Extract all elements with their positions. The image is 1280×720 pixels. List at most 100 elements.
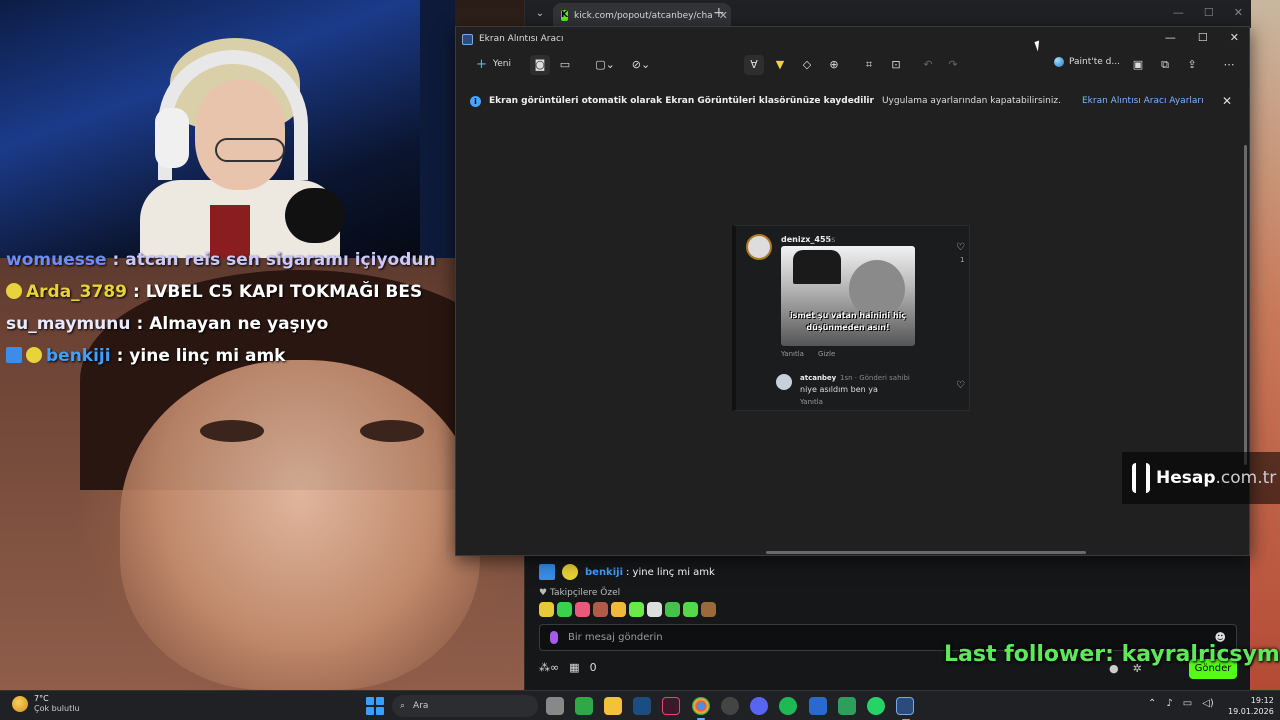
whatsapp-icon[interactable] [867, 697, 885, 715]
open-in-paint-button[interactable]: Paint'te d... [1054, 57, 1120, 67]
copy-icon[interactable]: ⧉ [1155, 55, 1175, 75]
emote-icon[interactable] [557, 602, 572, 617]
info-message: Ekran görüntüleri otomatik olarak Ekran … [489, 96, 874, 106]
points-icon[interactable]: ⁂∞ [539, 661, 559, 674]
rockstar-icon[interactable] [721, 697, 739, 715]
webcam-door [420, 0, 455, 258]
minimize-icon[interactable]: — [1173, 6, 1184, 19]
stream-chat-line: su_maymunu: Almayan ne yaşıyo [6, 314, 328, 334]
clock-date: 19.01.2026 [1228, 707, 1274, 716]
avatar [776, 374, 792, 390]
discord-icon[interactable] [750, 697, 768, 715]
webcam-feed [0, 0, 455, 258]
minimize-icon[interactable]: — [1165, 31, 1176, 44]
snipping-tool-icon[interactable] [896, 697, 914, 720]
tab-menu-icon[interactable]: ⌄ [531, 5, 549, 23]
info-icon: i [470, 95, 481, 107]
windows-start-icon[interactable] [366, 697, 384, 715]
crop-icon[interactable]: ⌗ [859, 55, 879, 75]
undo-icon[interactable]: ↶ [918, 55, 938, 75]
chat-username: Arda_3789 [26, 282, 127, 302]
weather-condition: Çok bulutlu [34, 704, 80, 713]
heart-icon: ♡ [956, 380, 965, 391]
reply-meta: 1sn · Gönderi sahibi [840, 374, 910, 382]
maximize-icon[interactable]: ☐ [1204, 6, 1214, 19]
settings-link[interactable]: Ekran Alıntısı Aracı Ayarları [1082, 96, 1204, 106]
more-options-icon[interactable]: ⋯ [1219, 55, 1239, 75]
emote-icon[interactable] [665, 602, 680, 617]
plus-icon: + [476, 56, 487, 72]
screenshot-mode-icon[interactable]: ◙ [530, 55, 550, 75]
system-tray: ⌃ ♪ ▭ ◁) [1148, 698, 1214, 709]
stream-chat-line: Arda_3789: LVBEL C5 KAPI TOKMAĞI BES [6, 282, 422, 302]
chevron-up-icon[interactable]: ⌃ [1148, 698, 1156, 709]
emote-icon[interactable] [683, 602, 698, 617]
kick-chat-message: benkiji: yine linç mi amk [539, 564, 715, 580]
close-window-icon[interactable]: ✕ [1230, 31, 1239, 44]
new-snip-button[interactable]: + Yeni [466, 53, 521, 75]
share-icon[interactable]: ⇪ [1182, 55, 1202, 75]
horizontal-scrollbar[interactable] [766, 551, 1086, 554]
steam-icon[interactable] [633, 697, 651, 715]
volume-icon[interactable]: ◁) [1202, 698, 1214, 709]
follower-only-text: Takipçilere Özel [549, 588, 621, 598]
delay-timer-icon[interactable]: ⊘⌄ [628, 55, 654, 75]
emote-icon[interactable] [539, 602, 554, 617]
snipping-tool-app-icon [462, 33, 473, 45]
reply-action: Yanıtla [781, 350, 804, 358]
info-bar: i Ekran görüntüleri otomatik olarak Ekra… [456, 87, 1249, 115]
stream-eye-right [360, 420, 424, 442]
temperature: 7°C [34, 694, 49, 703]
close-window-icon[interactable]: ✕ [1234, 6, 1243, 19]
emote-icon[interactable] [575, 602, 590, 617]
eraser-icon[interactable]: ◇ [797, 55, 817, 75]
network-icon[interactable]: ▭ [1183, 698, 1192, 709]
browser-tab[interactable]: K kick.com/popout/atcanbey/cha ✕ [553, 3, 731, 28]
new-tab-icon[interactable]: + [713, 5, 725, 21]
taskbar-clock[interactable]: 19:12 19.01.2026 [1228, 695, 1274, 717]
paint-label: Paint'te d... [1069, 57, 1120, 67]
emote-icon[interactable] [611, 602, 626, 617]
emote-icon[interactable] [701, 602, 716, 617]
snipping-toolbar: + Yeni ◙ ▭ ▢⌄ ⊘⌄ ∀ ▼ ◇ ⊕ ⌗ ⊡ ↶ ↷ Paint'te… [456, 51, 1249, 79]
chat-text: : Almayan ne yaşıyo [136, 314, 329, 334]
snipping-tool-titlebar: Ekran Alıntısı Aracı — ☐ ✕ [456, 27, 1249, 51]
text-actions-icon[interactable]: ⊡ [886, 55, 906, 75]
taskbar: 7°C Çok bulutlu ⌕ Ara ⌃ ♪ ▭ ◁) 19:12 19.… [0, 690, 1280, 720]
vertical-scrollbar[interactable] [1244, 145, 1247, 465]
spotify-icon[interactable] [779, 697, 797, 715]
highlighter-icon[interactable]: ▼ [770, 55, 790, 75]
avatar [746, 234, 772, 260]
task-view-icon[interactable] [546, 697, 564, 715]
pen-icon[interactable]: ∀ [744, 55, 764, 75]
chat-username: womuesse [6, 250, 107, 270]
heart-icon: ♡ [956, 242, 965, 253]
minecraft-icon[interactable] [575, 697, 593, 715]
pickaxe-badge-icon [6, 347, 22, 363]
weather-icon [12, 696, 28, 712]
redo-icon[interactable]: ↷ [943, 55, 963, 75]
file-explorer-icon[interactable] [604, 697, 622, 715]
microphone-icon[interactable]: ♪ [1166, 698, 1172, 709]
meme-caption: ismet şu vatan hainini hiç düşünmeden as… [789, 311, 907, 332]
microphone-icon[interactable] [550, 631, 558, 644]
weather-widget[interactable]: 7°C Çok bulutlu [12, 694, 80, 714]
app-icon[interactable] [809, 697, 827, 715]
close-info-icon[interactable]: ✕ [1222, 94, 1232, 108]
emote-icon[interactable] [629, 602, 644, 617]
video-mode-icon[interactable]: ▭ [555, 55, 575, 75]
chat-username[interactable]: benkiji [585, 567, 623, 578]
save-icon[interactable]: ▣ [1128, 55, 1148, 75]
snip-shape-icon[interactable]: ▢⌄ [592, 55, 618, 75]
notepad-icon[interactable] [838, 697, 856, 715]
shapes-icon[interactable]: ⊕ [824, 55, 844, 75]
chrome-icon[interactable] [692, 697, 710, 720]
emote-icon[interactable] [593, 602, 608, 617]
chat-username: benkiji [46, 346, 111, 366]
taskbar-search[interactable]: ⌕ Ara [392, 695, 538, 717]
maximize-icon[interactable]: ☐ [1198, 31, 1208, 44]
valorant-icon[interactable] [662, 697, 680, 715]
stream-background-right [1250, 0, 1280, 690]
store-icon[interactable]: ▦ [569, 661, 579, 674]
emote-icon[interactable] [647, 602, 662, 617]
